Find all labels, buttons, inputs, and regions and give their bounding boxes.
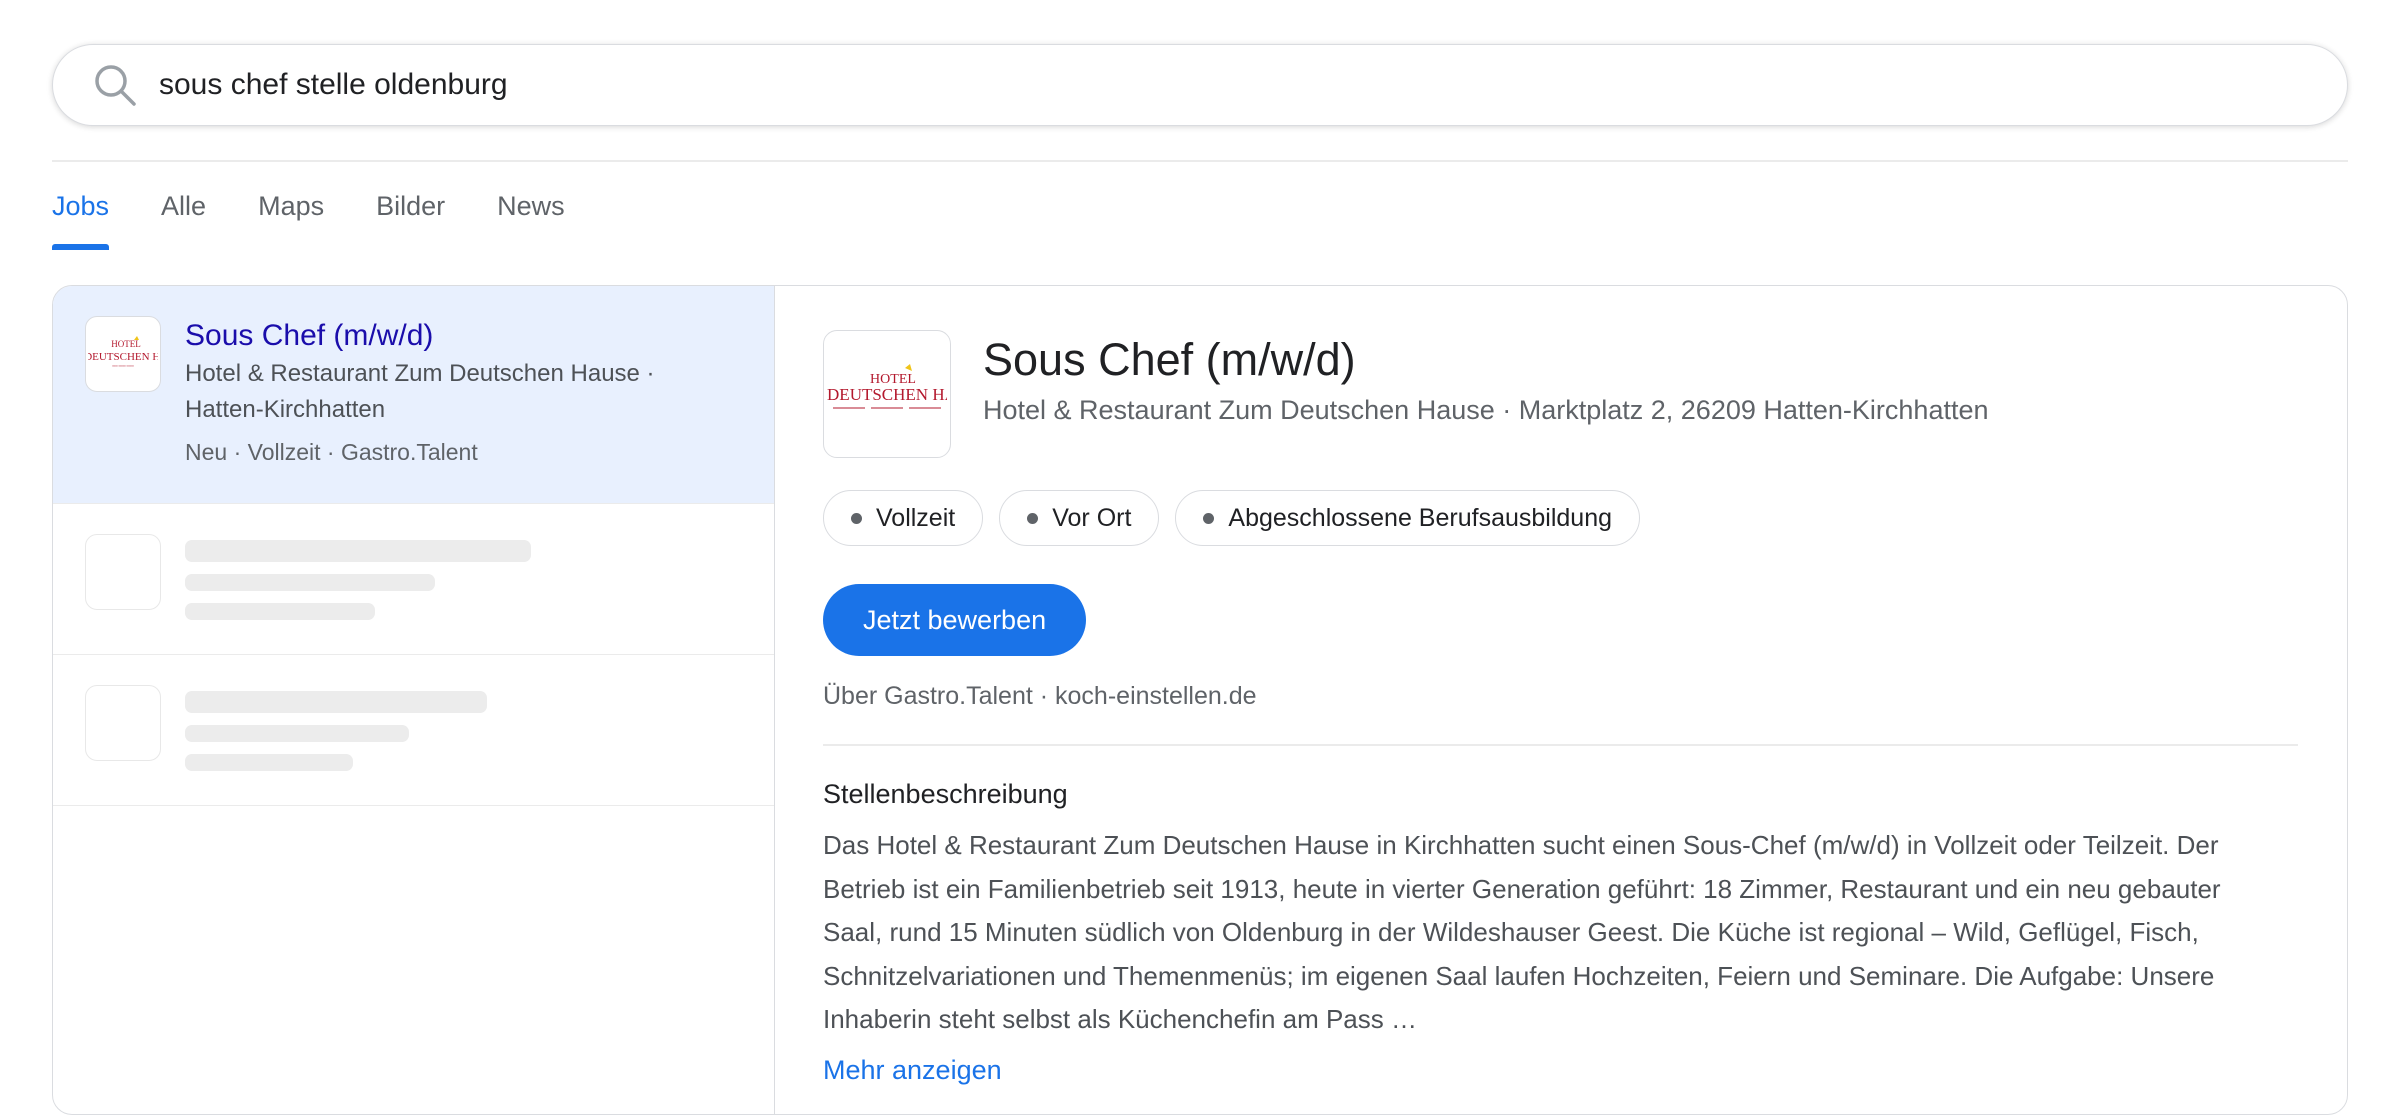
list-item-placeholder	[53, 504, 774, 655]
company-address: Hotel & Restaurant Zum Deutschen Hause ·…	[983, 395, 1989, 425]
svg-text:HOTEL: HOTEL	[111, 339, 141, 349]
svg-text:━━━ ━━━━ ━━━━: ━━━ ━━━━ ━━━━	[111, 364, 134, 368]
job-list-item-selected[interactable]: HOTEL ZUM DEUTSCHEN HAUSE ━━━ ━━━━ ━━━━ …	[53, 286, 774, 504]
tab-maps[interactable]: Maps	[258, 162, 324, 250]
placeholder-logo	[85, 534, 161, 610]
job-detail: HOTEL ZUM DEUTSCHEN HAUSE Sous Chef (m/w…	[775, 286, 2347, 1114]
job-item-meta: Neu · Vollzeit · Gastro.Talent	[185, 439, 478, 465]
job-list: HOTEL ZUM DEUTSCHEN HAUSE ━━━ ━━━━ ━━━━ …	[53, 286, 775, 1114]
results-panel: HOTEL ZUM DEUTSCHEN HAUSE ━━━ ━━━━ ━━━━ …	[52, 285, 2348, 1115]
dot-icon	[851, 512, 862, 524]
search-icon	[91, 61, 139, 109]
job-item-location: Hatten-Kirchhatten	[185, 396, 386, 423]
search-bar[interactable]	[52, 44, 2348, 126]
job-item-company: Hotel & Restaurant Zum Deutschen Hause ·…	[185, 356, 715, 428]
job-item-company-name: Hotel & Restaurant Zum Deutschen Hause ·	[185, 360, 655, 387]
tab-alle[interactable]: Alle	[161, 162, 206, 250]
tab-bar: Jobs Alle Maps Bilder News	[52, 162, 617, 250]
placeholder-line	[185, 603, 375, 620]
chip-vor-ort: Vor Ort	[999, 490, 1160, 546]
placeholder-line	[185, 754, 353, 771]
tab-jobs[interactable]: Jobs	[52, 162, 110, 250]
search-input[interactable]	[159, 55, 2259, 115]
placeholder-logo	[85, 685, 161, 761]
description-heading: Stellenbeschreibung	[823, 779, 1068, 809]
company-logo: HOTEL ZUM DEUTSCHEN HAUSE ━━━ ━━━━ ━━━━	[85, 316, 161, 392]
job-attribute-chips: Vollzeit Vor Ort Abgeschlossene Berufsau…	[823, 490, 2299, 546]
company-logo-large: HOTEL ZUM DEUTSCHEN HAUSE	[823, 330, 951, 458]
dot-icon	[1027, 512, 1039, 524]
svg-text:ZUM DEUTSCHEN HAUSE: ZUM DEUTSCHEN HAUSE	[827, 385, 947, 404]
job-source: Über Gastro.Talent · koch-einstellen.de	[823, 682, 1257, 710]
placeholder-line	[185, 725, 409, 742]
job-description: Das Hotel & Restaurant Zum Deutschen Hau…	[823, 830, 2221, 1034]
job-title: Sous Chef (m/w/d)	[983, 334, 1356, 385]
detail-divider	[823, 744, 2298, 746]
svg-text:ZUM DEUTSCHEN HAUSE: ZUM DEUTSCHEN HAUSE	[88, 351, 158, 363]
placeholder-lines	[185, 534, 531, 654]
tab-news[interactable]: News	[497, 162, 565, 250]
placeholder-line	[185, 691, 487, 713]
chip-label: Vor Ort	[1052, 503, 1132, 532]
tab-bilder[interactable]: Bilder	[376, 162, 445, 250]
job-item-title[interactable]: Sous Chef (m/w/d)	[185, 316, 715, 356]
show-more-link[interactable]: Mehr anzeigen	[823, 1052, 1002, 1088]
detail-header: HOTEL ZUM DEUTSCHEN HAUSE Sous Chef (m/w…	[823, 330, 2299, 458]
chip-vollzeit: Vollzeit	[823, 490, 984, 546]
placeholder-line	[185, 540, 531, 562]
apply-button[interactable]: Jetzt bewerben	[823, 584, 1087, 656]
chip-label: Abgeschlossene Berufsausbildung	[1228, 503, 1612, 532]
placeholder-lines	[185, 685, 487, 805]
placeholder-line	[185, 574, 435, 591]
chip-berufsausbildung: Abgeschlossene Berufsausbildung	[1175, 490, 1640, 546]
dot-icon	[1203, 512, 1215, 524]
chip-label: Vollzeit	[876, 503, 956, 532]
list-item-placeholder	[53, 655, 774, 806]
